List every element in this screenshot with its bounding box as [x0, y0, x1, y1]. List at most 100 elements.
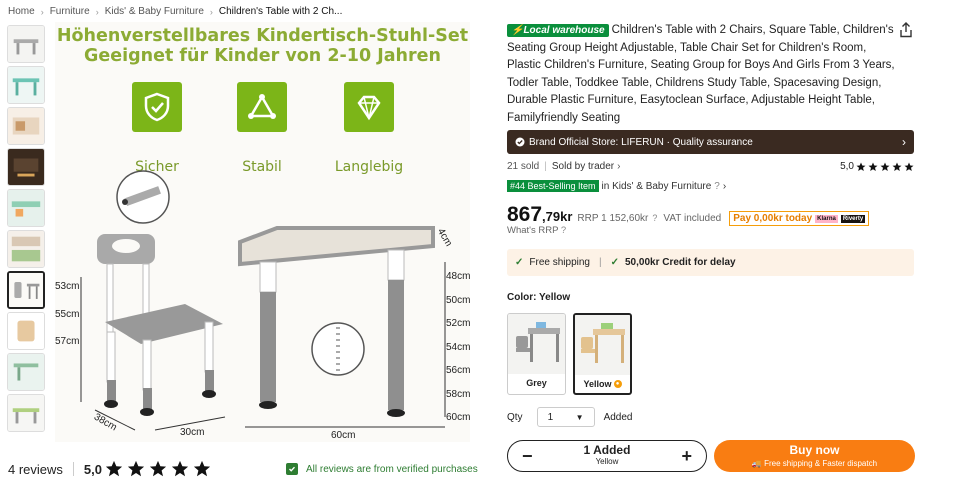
sold-by-trader[interactable]: Sold by trader — [552, 161, 614, 172]
chair-dim-57: 57cm — [55, 336, 80, 347]
table-dim-60: 60cm — [446, 412, 470, 423]
pay-later-badge[interactable]: Pay 0,00kr today Klarna Riverty — [729, 211, 870, 226]
divider — [72, 462, 74, 476]
yellow-swatch-image — [575, 315, 630, 375]
width-dim: 30cm — [180, 427, 205, 438]
verified-note: All reviews are from verified purchases — [286, 463, 478, 475]
cart-added-count: 1 Added — [583, 443, 631, 457]
reviews-summary[interactable]: 4 reviews 5,0 — [8, 460, 211, 478]
thumbnail-list — [7, 25, 47, 432]
riverty-logo: Riverty — [840, 214, 866, 223]
color-option-grey[interactable]: Grey — [507, 313, 566, 395]
info-icon[interactable]: ? — [652, 213, 657, 223]
yellow-label-text: Yellow — [583, 379, 612, 389]
star-icon — [904, 162, 914, 171]
grey-swatch-image — [508, 314, 565, 374]
chair-dim-55: 55cm — [55, 309, 80, 320]
chevron-down-icon: ▼ — [575, 412, 584, 422]
quantity-select[interactable]: 1 ▼ — [536, 407, 595, 427]
credit-text: 50,00kr Credit for delay — [624, 257, 736, 268]
star-icon — [880, 162, 890, 171]
price-fraction: ,79kr — [542, 209, 573, 224]
help-icon: ? — [560, 225, 567, 236]
review-rating: 5,0 — [83, 461, 102, 477]
thumbnail[interactable] — [7, 66, 45, 104]
breadcrumb: Home › Furniture › Kids' & Baby Furnitur… — [8, 6, 342, 17]
selected-dot-icon: ● — [613, 380, 622, 388]
buy-now-sublabel: 🚚 Free shipping & Faster dispatch — [751, 459, 878, 468]
chevron-right-icon: › — [617, 161, 621, 172]
pay-later-text: Pay 0,00kr today — [733, 213, 813, 224]
klarna-logo: Klarna — [815, 214, 838, 223]
grey-label-text: Grey — [526, 378, 547, 388]
whats-rrp-link[interactable]: What's RRP ? — [507, 225, 566, 236]
store-name: Brand Official Store: LIFERUN · Quality … — [529, 136, 753, 148]
free-shipping-text: Free shipping — [529, 257, 590, 268]
cart-variant: Yellow — [595, 457, 619, 466]
thumbnail[interactable] — [7, 230, 45, 268]
table-dim-50: 50cm — [446, 295, 470, 306]
breadcrumb-home[interactable]: Home — [8, 6, 35, 17]
thumbnail[interactable] — [7, 353, 45, 391]
grey-label: Grey — [508, 378, 565, 388]
star-icon — [856, 162, 866, 171]
thumbnail[interactable] — [7, 148, 45, 186]
whats-rrp-text: What's RRP — [507, 225, 559, 236]
thumbnail[interactable] — [7, 25, 45, 63]
vat-note: VAT included — [663, 213, 722, 224]
share-icon[interactable] — [899, 22, 913, 38]
verified-badge-icon — [515, 137, 525, 147]
divider: | — [598, 257, 602, 268]
sold-info: 21 sold | Sold by trader › 5,0 — [507, 161, 914, 172]
check-icon: ✓ — [515, 257, 524, 268]
product-title: ⚡Local warehouse Children's Table with 2 … — [507, 22, 895, 127]
price-main: 867 — [507, 203, 543, 226]
table-dim-48: 48cm — [446, 271, 470, 282]
bestseller-tag: #44 Best-Selling Item — [507, 180, 599, 192]
breadcrumb-kids[interactable]: Kids' & Baby Furniture — [105, 6, 204, 17]
chevron-right-icon: › — [95, 6, 99, 17]
table-dim-58: 58cm — [446, 389, 470, 400]
star-icon — [868, 162, 878, 171]
chair-dim-53: 53cm — [55, 281, 80, 292]
price-row: 867 ,79kr RRP 1 152,60kr ? VAT included … — [507, 203, 870, 227]
minus-button[interactable]: − — [522, 447, 533, 465]
buy-now-button[interactable]: Buy now 🚚 Free shipping & Faster dispatc… — [714, 440, 915, 472]
thumbnail[interactable] — [7, 107, 45, 145]
star-icon — [193, 460, 211, 477]
verified-shield-icon — [286, 463, 298, 475]
buy-now-label: Buy now — [789, 443, 840, 457]
divider: | — [544, 161, 547, 172]
cart-added-info: 1 Added Yellow — [584, 444, 631, 468]
color-option-yellow[interactable]: Yellow ● — [573, 313, 632, 395]
chevron-right-icon: › — [40, 6, 44, 17]
bestseller-row[interactable]: #44 Best-Selling Item in Kids' & Baby Fu… — [507, 180, 726, 192]
chevron-right-icon: › — [902, 135, 906, 149]
thumbnail[interactable] — [7, 189, 45, 227]
star-icon — [171, 460, 189, 477]
qty-added: Added — [603, 411, 633, 423]
rrp-price: RRP 1 152,60kr — [577, 213, 649, 224]
star-icon — [892, 162, 902, 171]
breadcrumb-furniture[interactable]: Furniture — [50, 6, 90, 17]
thumbnail[interactable] — [7, 312, 45, 350]
table-dim-52: 52cm — [446, 318, 470, 329]
color-label: Color: Yellow — [507, 292, 571, 303]
verified-text: All reviews are from verified purchases — [306, 463, 478, 475]
store-banner[interactable]: Brand Official Store: LIFERUN · Quality … — [507, 130, 914, 154]
thumbnail[interactable] — [7, 394, 45, 432]
chevron-right-icon: › — [722, 180, 727, 192]
cart-stepper: − 1 Added Yellow + — [507, 440, 707, 472]
local-warehouse-badge: ⚡Local warehouse — [507, 24, 609, 37]
product-title-text: Children's Table with 2 Chairs, Square T… — [507, 24, 895, 124]
plus-button[interactable]: + — [681, 447, 692, 465]
thumbnail-selected[interactable] — [7, 271, 45, 309]
product-rating[interactable]: 5,0 — [840, 161, 914, 172]
star-icon — [127, 460, 145, 477]
bestseller-category: in Kids' & Baby Furniture — [601, 180, 712, 192]
table-dim-54: 54cm — [446, 342, 470, 353]
review-count: 4 reviews — [8, 461, 63, 477]
main-product-image[interactable]: Höhenverstellbares Kindertisch-Stuhl-Set… — [55, 22, 470, 442]
product-info: ⚡Local warehouse Children's Table with 2 … — [507, 22, 915, 127]
qty-label: Qty — [507, 411, 523, 423]
